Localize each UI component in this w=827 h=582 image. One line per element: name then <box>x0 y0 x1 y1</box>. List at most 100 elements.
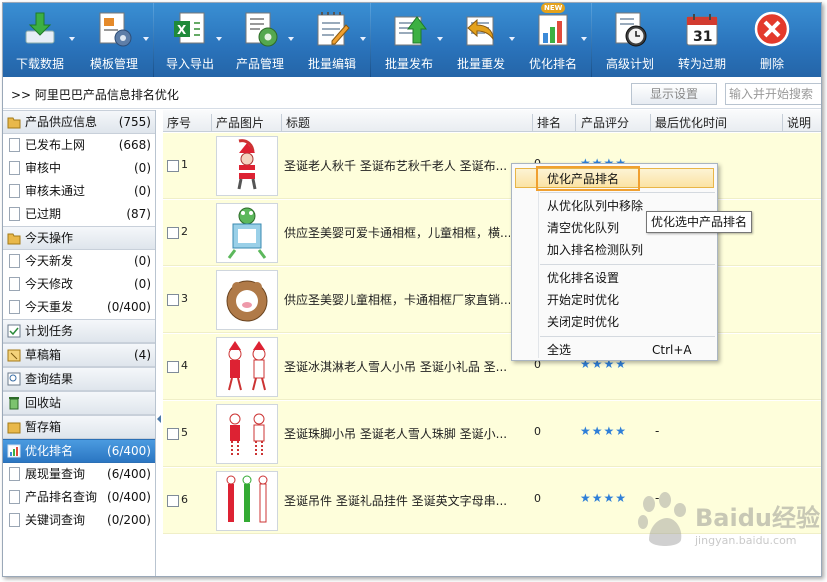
document-icon <box>9 300 20 314</box>
column-divider[interactable] <box>782 114 783 132</box>
sidebar-item-impressions-query[interactable]: 展现量查询 (6/400) <box>3 463 155 486</box>
column-divider[interactable] <box>650 114 651 132</box>
search-input[interactable]: 输入并开始搜索 <box>725 83 821 105</box>
clock-icon <box>615 12 647 47</box>
product-image <box>226 475 268 523</box>
product-manage-button[interactable]: 产品管理 <box>224 3 296 77</box>
table-row[interactable]: 5 圣诞珠脚小吊 圣诞老人雪人珠脚 圣诞小... 0 ★★★★ - <box>163 401 821 467</box>
optimize-rank-button[interactable]: NEW 优化排名 <box>517 3 589 77</box>
sidebar-item-today-new[interactable]: 今天新发 (0) <box>3 250 155 273</box>
sidebar-group-scheduled-tasks[interactable]: 计划任务 <box>3 319 155 343</box>
column-divider[interactable] <box>532 114 533 132</box>
product-title[interactable]: 供应圣美婴可爱卡通相框，儿童相框，横... <box>284 224 510 241</box>
column-divider[interactable] <box>281 114 282 132</box>
sidebar-item-label: 展现量查询 <box>25 467 86 481</box>
row-checkbox[interactable] <box>167 495 179 507</box>
menu-item-label: 加入排名检测队列 <box>547 243 644 257</box>
product-title[interactable]: 供应圣美婴儿童相框，卡通相框厂家直销... <box>284 291 510 308</box>
product-thumbnail[interactable] <box>216 471 278 531</box>
menu-item-label: 清空优化队列 <box>547 221 620 235</box>
product-image <box>227 207 267 259</box>
sidebar-group-optimize-rank[interactable]: 优化排名 (6/400) <box>3 439 155 463</box>
sidebar-group-recycle-bin[interactable]: 回收站 <box>3 391 155 415</box>
sidebar-group-label: 计划任务 <box>25 324 74 338</box>
product-image <box>226 280 268 322</box>
display-settings-button[interactable]: 显示设置 <box>631 83 717 105</box>
sidebar-item-rejected[interactable]: 审核未通过 (0) <box>3 180 155 203</box>
menu-item-stop-timer[interactable]: 关闭定时优化 <box>512 312 717 332</box>
product-thumbnail[interactable] <box>216 270 278 330</box>
sidebar-item-rank-query[interactable]: 产品排名查询 (0/400) <box>3 486 155 509</box>
product-thumbnail[interactable] <box>216 404 278 464</box>
sidebar-item-count: (6/400) <box>107 467 151 481</box>
batch-repost-icon <box>466 16 494 46</box>
chevron-down-icon[interactable] <box>437 37 443 41</box>
row-checkbox[interactable] <box>167 294 179 306</box>
delete-button[interactable]: 删除 <box>738 3 806 77</box>
chevron-down-icon[interactable] <box>216 37 222 41</box>
sidebar-group-count: (6/400) <box>107 444 151 458</box>
table-row[interactable]: 2 供应圣美婴可爱卡通相框，儿童相框，横... <box>163 200 821 266</box>
menu-item-label: 关闭定时优化 <box>547 315 620 329</box>
product-thumbnail[interactable] <box>216 136 278 196</box>
batch-repost-button[interactable]: 批量重发 <box>445 3 517 77</box>
template-manage-button[interactable]: 模板管理 <box>77 3 151 77</box>
column-divider[interactable] <box>211 114 212 132</box>
table-row[interactable]: 4 圣诞冰淇淋老人雪人小吊 圣诞小礼品 圣... 0 ★★★★ <box>163 334 821 400</box>
sidebar-group-drafts[interactable]: 草稿箱 (4) <box>3 343 155 367</box>
sidebar-item-expired[interactable]: 已过期 (87) <box>3 203 155 226</box>
menu-item-add-detection-queue[interactable]: 加入排名检测队列 <box>512 240 717 260</box>
chevron-down-icon[interactable] <box>69 37 75 41</box>
sidebar-item-today-modified[interactable]: 今天修改 (0) <box>3 273 155 296</box>
sidebar-item-count: (0) <box>134 277 151 291</box>
mark-expired-button[interactable]: 31 转为过期 <box>666 3 738 77</box>
product-thumbnail[interactable] <box>216 203 278 263</box>
column-header[interactable]: 产品评分 <box>581 114 629 131</box>
row-checkbox[interactable] <box>167 227 179 239</box>
menu-item-select-all[interactable]: 全选 Ctrl+A <box>512 340 717 360</box>
column-header[interactable]: 排名 <box>537 114 561 131</box>
chevron-down-icon[interactable] <box>360 37 366 41</box>
row-checkbox[interactable] <box>167 428 179 440</box>
chevron-down-icon[interactable] <box>509 37 515 41</box>
product-thumbnail[interactable] <box>216 337 278 397</box>
chevron-down-icon[interactable] <box>143 37 149 41</box>
product-title[interactable]: 圣诞老人秋千 圣诞布艺秋千老人 圣诞布... <box>284 157 510 174</box>
sidebar-group-supply-info[interactable]: 产品供应信息 (755) <box>3 110 155 134</box>
sidebar-group-today[interactable]: 今天操作 <box>3 226 155 250</box>
column-divider[interactable] <box>575 114 576 132</box>
batch-edit-button[interactable]: 批量编辑 <box>296 3 368 77</box>
menu-item-start-timer[interactable]: 开始定时优化 <box>512 290 717 310</box>
sidebar-item-reviewing[interactable]: 审核中 (0) <box>3 157 155 180</box>
column-header[interactable]: 序号 <box>167 114 191 131</box>
sidebar-item-keyword-query[interactable]: 关键词查询 (0/200) <box>3 509 155 532</box>
chevron-down-icon[interactable] <box>581 37 587 41</box>
column-header[interactable]: 最后优化时间 <box>655 114 727 131</box>
batch-publish-button[interactable]: 批量发布 <box>373 3 445 77</box>
product-title[interactable]: 圣诞吊件 圣诞礼品挂件 圣诞英文字母串... <box>284 492 510 509</box>
batch-repost-label: 批量重发 <box>456 57 505 71</box>
row-checkbox[interactable] <box>167 361 179 373</box>
column-header[interactable]: 产品图片 <box>216 114 264 131</box>
product-title[interactable]: 圣诞珠脚小吊 圣诞老人雪人珠脚 圣诞小... <box>284 425 510 442</box>
advanced-plan-button[interactable]: 高级计划 <box>594 3 666 77</box>
product-title[interactable]: 圣诞冰淇淋老人雪人小吊 圣诞小礼品 圣... <box>284 358 510 375</box>
table-row[interactable]: 3 供应圣美婴儿童相框，卡通相框厂家直销... <box>163 267 821 333</box>
sidebar-collapse-handle[interactable] <box>156 403 162 433</box>
table-row[interactable]: 1 圣诞老人秋千 圣诞布艺秋千老人 圣诞布... 0 ★★★★ - <box>163 133 821 199</box>
draft-icon <box>7 349 21 362</box>
menu-item-rank-settings[interactable]: 优化排名设置 <box>512 268 717 288</box>
chevron-down-icon[interactable] <box>288 37 294 41</box>
sidebar-item-published[interactable]: 已发布上网 (668) <box>3 134 155 157</box>
row-checkbox[interactable] <box>167 160 179 172</box>
sidebar-item-today-repost[interactable]: 今天重发 (0/400) <box>3 296 155 319</box>
app-window: 下载数据 模板管理 X 导入导出 产品管理 批量编辑 批量发布 批量重发 NEW… <box>2 2 822 577</box>
download-data-button[interactable]: 下载数据 <box>3 3 77 77</box>
column-header[interactable]: 说明 <box>787 114 811 131</box>
column-header[interactable]: 标题 <box>286 114 310 131</box>
sidebar-group-temp-box[interactable]: 暂存箱 <box>3 415 155 439</box>
document-icon <box>9 161 20 175</box>
sidebar-group-query-results[interactable]: 查询结果 <box>3 367 155 391</box>
import-export-button[interactable]: X 导入导出 <box>156 3 224 77</box>
folder-icon <box>7 233 21 245</box>
